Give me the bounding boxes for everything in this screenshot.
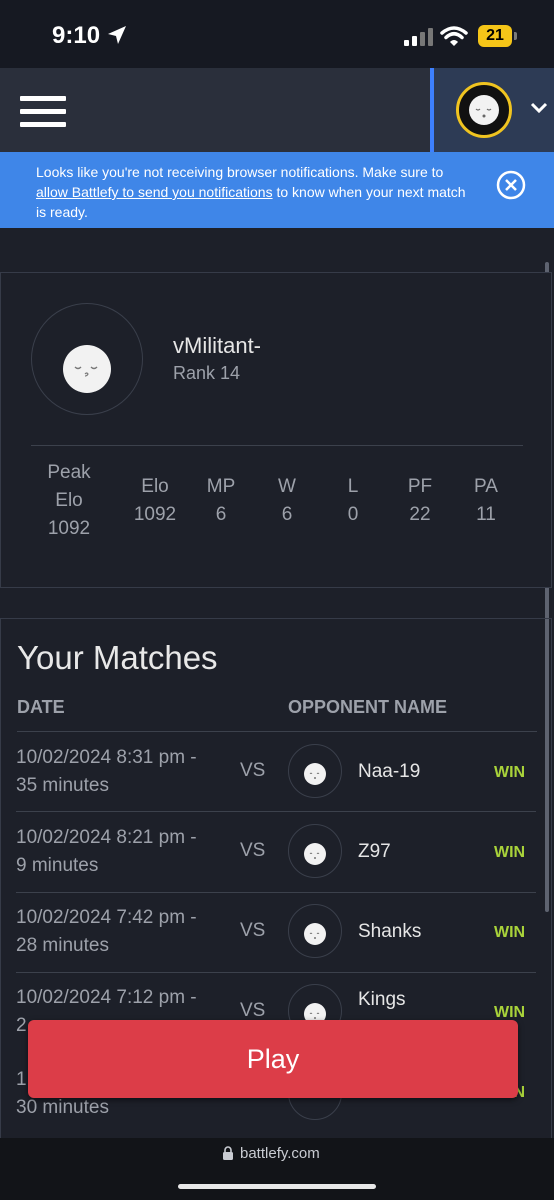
opponent-avatar bbox=[288, 904, 342, 958]
player-name: vMilitant- bbox=[173, 333, 262, 358]
close-icon[interactable] bbox=[496, 170, 526, 200]
opponent-avatar bbox=[288, 744, 342, 798]
stat-pf: PF 22 bbox=[407, 476, 433, 525]
location-icon bbox=[108, 26, 126, 44]
battery-nub bbox=[514, 32, 517, 40]
row-divider bbox=[16, 811, 536, 812]
opponent-name: Z97 bbox=[358, 841, 391, 862]
hamburger-menu-icon[interactable] bbox=[20, 96, 66, 128]
lock-icon bbox=[223, 1146, 233, 1160]
home-indicator bbox=[178, 1184, 376, 1189]
match-date: 10/02/2024 8:21 pm -9 minutes bbox=[16, 827, 197, 876]
stat-l: L0 bbox=[347, 476, 359, 525]
opponent-name: Kings bbox=[358, 989, 406, 1010]
row-divider bbox=[16, 892, 536, 893]
url-text: battlefy.com bbox=[240, 1145, 320, 1162]
profile-avatar bbox=[31, 303, 143, 415]
cellular-signal-icon bbox=[404, 28, 433, 46]
banner-text: Looks like you're not receiving browser … bbox=[36, 164, 466, 220]
opponent-name: Shanks bbox=[358, 921, 422, 942]
user-menu[interactable] bbox=[430, 68, 554, 152]
chevron-down-icon bbox=[530, 102, 548, 114]
play-button[interactable]: Play bbox=[28, 1020, 518, 1098]
column-header-date: DATE bbox=[17, 697, 65, 717]
wifi-icon bbox=[440, 26, 468, 46]
user-avatar bbox=[456, 82, 512, 138]
match-result: WIN bbox=[494, 764, 526, 781]
notification-banner: Looks like you're not receiving browser … bbox=[0, 152, 554, 228]
stat-elo: Elo 1092 bbox=[133, 476, 177, 525]
opponent-name: Naa-19 bbox=[358, 761, 421, 782]
profile-card: vMilitant- Rank 14 Peak Elo 1092 Elo 1092 … bbox=[0, 272, 552, 588]
profile-divider bbox=[31, 445, 523, 446]
vs-label: VS bbox=[240, 840, 266, 861]
vs-label: VS bbox=[240, 760, 266, 781]
battery-indicator: 21 bbox=[478, 25, 512, 47]
clock: 9:10 bbox=[52, 22, 101, 49]
opponent-avatar bbox=[288, 824, 342, 878]
match-result: WIN bbox=[494, 844, 526, 861]
vs-label: VS bbox=[240, 920, 266, 941]
stat-mp: MP 6 bbox=[206, 476, 236, 525]
match-result: WIN bbox=[494, 924, 526, 941]
stat-pa: PA 11 bbox=[474, 476, 498, 525]
stat-w: W6 bbox=[278, 476, 296, 525]
allow-notifications-link[interactable]: allow Battlefy to send you notifications bbox=[36, 184, 273, 200]
stat-peak-elo: Peak Elo 1092 bbox=[47, 462, 91, 539]
player-rank: Rank 14 bbox=[173, 363, 241, 383]
match-date: 10/02/2024 7:42 pm -28 minutes bbox=[16, 907, 197, 956]
header-divider bbox=[17, 731, 537, 732]
status-bar: 9:10 21 bbox=[0, 0, 554, 68]
matches-title: Your Matches bbox=[17, 639, 218, 676]
match-date: 10/02/2024 8:31 pm -35 minutes bbox=[16, 747, 197, 796]
row-divider bbox=[16, 972, 536, 973]
vs-label: VS bbox=[240, 1000, 266, 1021]
column-header-opponent: OPPONENT NAME bbox=[288, 697, 448, 717]
